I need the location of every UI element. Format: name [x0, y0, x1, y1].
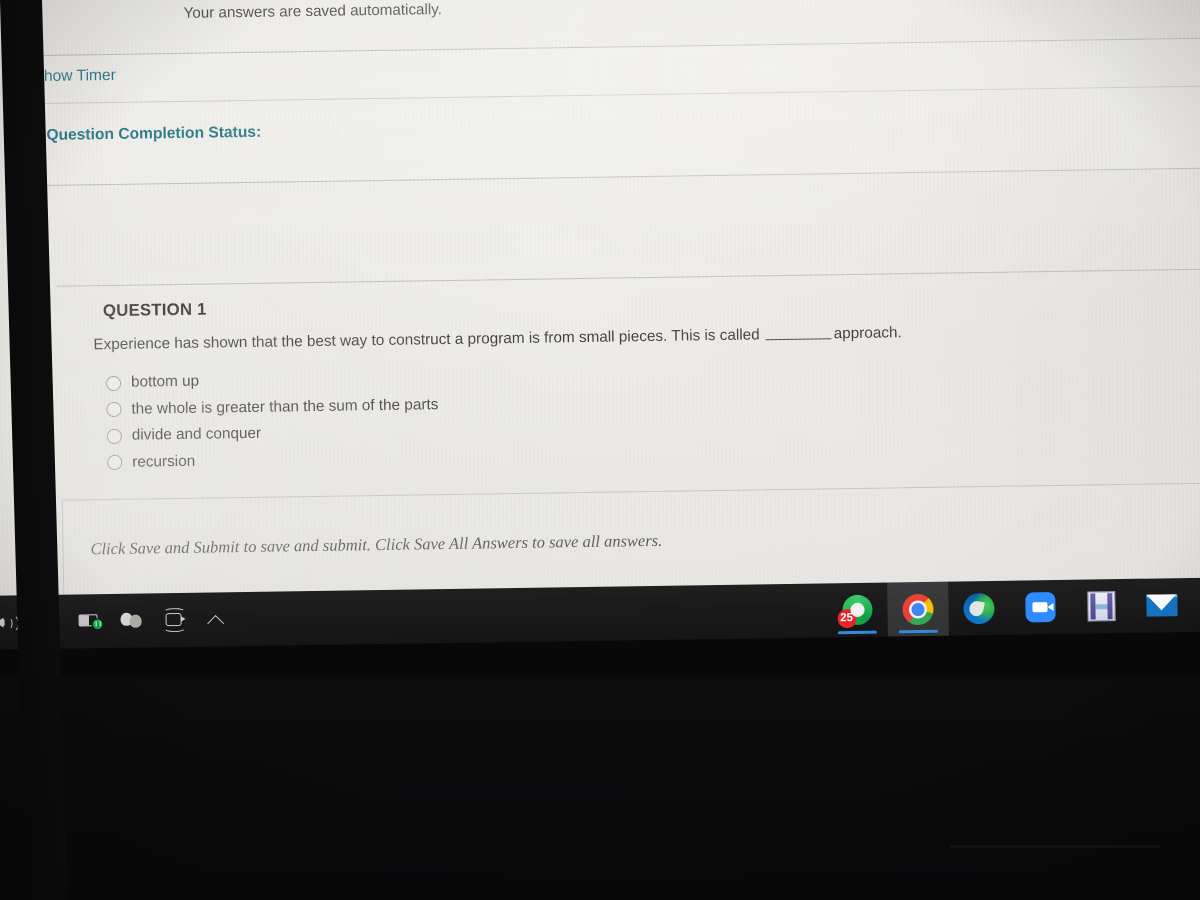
grammarly-icon: 25 [836, 594, 873, 629]
taskbar-app-chrome[interactable] [887, 581, 949, 637]
taskbar-app-edge[interactable] [948, 581, 1010, 636]
blackboard-test-page: Force Completion This test can be saved … [0, 0, 1200, 621]
edge-icon [963, 592, 995, 624]
question-title: QUESTION 1 [102, 299, 207, 321]
answer-choice-4[interactable]: recursion [107, 445, 439, 476]
taskbar-app-microsoft-store[interactable] [1192, 577, 1200, 632]
earbuds-icon[interactable] [111, 593, 154, 648]
chrome-icon [902, 593, 934, 625]
question-stem-after-blank: approach. [833, 324, 902, 343]
taskbar-app-grammarly[interactable]: 25 [826, 582, 888, 637]
running-indicator [837, 630, 877, 635]
show-timer-label: Show Timer [33, 66, 116, 86]
answer-choice-label: bottom up [130, 372, 200, 391]
taskbar-app-zoom[interactable] [1009, 580, 1071, 635]
zoom-icon [1024, 592, 1056, 623]
radio-button-icon[interactable] [105, 375, 122, 391]
radio-button-icon[interactable] [106, 402, 122, 418]
question-stem: Experience has shown that the best way t… [93, 324, 902, 354]
taskbar-apps: 25 [826, 577, 1200, 637]
answer-choice-label: divide and conquer [131, 425, 262, 444]
answer-choice-label: recursion [132, 452, 196, 471]
battery-charging-icon[interactable] [69, 594, 112, 649]
answer-choices: bottom up the whole is greater than the … [105, 365, 440, 476]
fill-in-blank [765, 338, 832, 341]
screen-area: Force Completion This test can be saved … [0, 0, 1200, 688]
laptop-body-below-screen [0, 676, 1200, 900]
mail-icon [1146, 594, 1178, 617]
question-completion-status-label: Question Completion Status: [46, 123, 262, 144]
autosave-text: Your answers are saved automatically. [183, 1, 443, 22]
question-top-divider [56, 267, 1200, 287]
question-stem-before-blank: Experience has shown that the best way t… [93, 326, 760, 354]
keyboard-edge-highlight [950, 845, 1160, 848]
taskbar-app-mail[interactable] [1131, 578, 1193, 633]
answer-choice-label: the whole is greater than the sum of the… [131, 395, 439, 418]
radio-button-icon[interactable] [107, 455, 123, 471]
show-hidden-icons-chevron-icon[interactable] [195, 592, 238, 647]
radio-button-icon[interactable] [106, 428, 122, 444]
taskbar-app-notebook[interactable] [1070, 579, 1132, 634]
running-indicator [898, 629, 938, 634]
notification-badge: 25 [836, 608, 857, 629]
photographed-laptop-screen: Force Completion This test can be saved … [0, 0, 1200, 900]
camera-icon[interactable] [153, 593, 196, 648]
question-completion-status-toggle[interactable]: Question Completion Status: [28, 124, 261, 145]
timer-status-panel [11, 36, 1200, 187]
notebook-icon [1086, 591, 1116, 622]
